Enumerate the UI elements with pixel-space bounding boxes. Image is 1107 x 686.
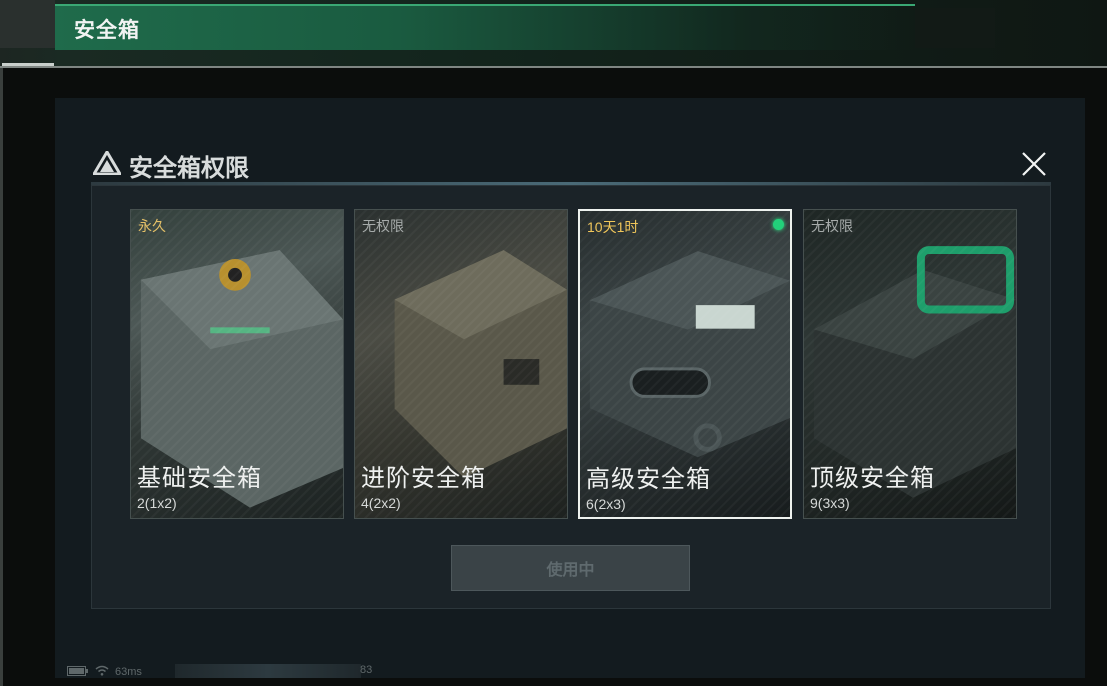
card-size: 6(2x3) <box>586 496 626 512</box>
card-status: 无权限 <box>362 218 404 234</box>
card-status: 10天1时 <box>587 219 639 235</box>
header-divider <box>0 66 1107 68</box>
dialog-header: 安全箱权限 <box>91 148 249 182</box>
close-button[interactable] <box>1017 150 1051 182</box>
card-name: 基础安全箱 <box>137 465 262 492</box>
safe-card-senior[interactable]: 10天1时 高级安全箱 6(2x3) <box>578 209 792 519</box>
battery-icon <box>67 663 89 681</box>
card-status: 永久 <box>138 218 166 234</box>
safe-card-top[interactable]: 无权限 顶级安全箱 9(3x3) <box>803 209 1017 519</box>
card-name: 进阶安全箱 <box>361 465 486 492</box>
card-status: 无权限 <box>811 218 853 234</box>
in-use-button[interactable]: 使用中 <box>451 545 690 591</box>
ping-value: 63ms <box>115 666 142 678</box>
active-indicator <box>773 219 784 230</box>
page-title: 安全箱 <box>74 19 140 42</box>
header-deco <box>915 8 995 48</box>
back-tab[interactable] <box>0 0 55 48</box>
header-highlight <box>55 4 915 50</box>
safe-card-basic[interactable]: 永久 基础安全箱 2(1x2) <box>130 209 344 519</box>
in-use-button-label: 使用中 <box>546 562 595 579</box>
frame-edge <box>0 68 3 686</box>
wifi-icon <box>95 663 109 681</box>
top-bar: 安全箱 <box>0 0 1107 66</box>
card-size: 9(3x3) <box>810 495 850 511</box>
card-name: 顶级安全箱 <box>810 465 935 492</box>
footer-bar <box>175 664 361 678</box>
dialog-title-rule <box>91 182 1051 185</box>
delta-logo-icon <box>91 148 123 180</box>
safe-card-advanced[interactable]: 无权限 进阶安全箱 4(2x2) <box>354 209 568 519</box>
card-size: 4(2x2) <box>361 495 401 511</box>
close-icon <box>1021 151 1047 182</box>
card-name: 高级安全箱 <box>586 466 711 493</box>
card-size: 2(1x2) <box>137 495 177 511</box>
status-footer: 63ms <box>67 663 142 681</box>
dialog-title: 安全箱权限 <box>129 154 249 182</box>
footer-value: 83 <box>360 664 373 676</box>
